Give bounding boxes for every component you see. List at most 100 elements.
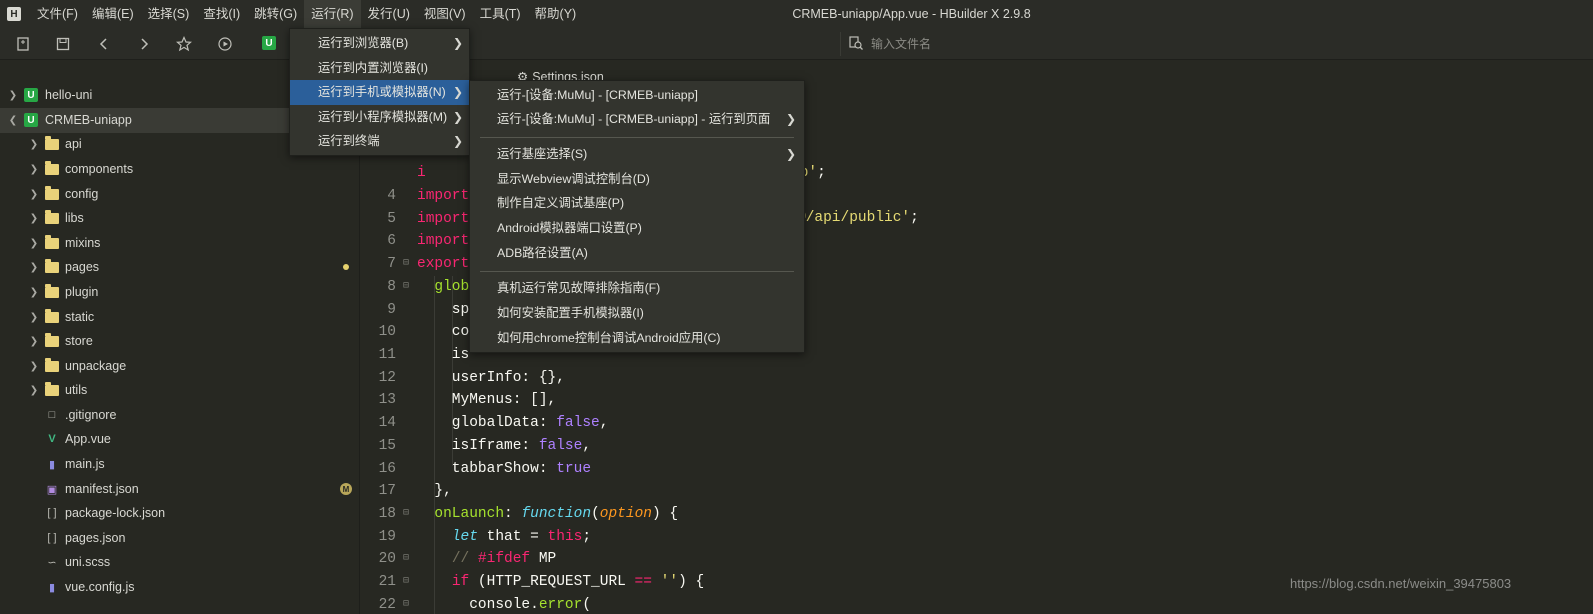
- code-line: 20 ⊟ // #ifdef MP: [378, 550, 557, 567]
- tree-label: main.js: [65, 457, 105, 472]
- menu-view[interactable]: 视图(V): [417, 0, 473, 28]
- code-line: 16 tabbarShow: true: [378, 460, 592, 477]
- menu-find[interactable]: 查找(I): [196, 0, 247, 28]
- code-line: 19 let that = this;: [378, 528, 592, 545]
- save-icon[interactable]: [53, 34, 73, 54]
- chevron-right-icon[interactable]: ❯: [27, 312, 41, 323]
- folder-icon: [45, 234, 59, 249]
- tree-file-manifest[interactable]: ▣ manifest.json M: [0, 477, 360, 502]
- folder-icon: [45, 209, 59, 224]
- chevron-right-icon[interactable]: ❯: [27, 262, 41, 273]
- file-search-box: [840, 32, 1593, 56]
- folder-icon: [45, 135, 59, 150]
- chevron-down-icon[interactable]: ❮: [6, 115, 20, 126]
- tree-folder-store[interactable]: ❯ store: [0, 329, 360, 354]
- star-icon[interactable]: [174, 34, 194, 54]
- run-to-device-item[interactable]: 运行到手机或模拟器(N) ❯: [290, 80, 469, 105]
- tree-label: App.vue: [65, 432, 111, 447]
- tree-file-package-lock[interactable]: [ ] package-lock.json: [0, 501, 360, 526]
- tree-label: static: [65, 310, 95, 325]
- tree-folder-unpackage[interactable]: ❯ unpackage: [0, 354, 360, 379]
- run-to-terminal-item[interactable]: 运行到终端 ❯: [290, 129, 469, 154]
- uniapp-project-icon: U: [24, 88, 38, 103]
- chevron-right-icon[interactable]: ❯: [6, 90, 20, 101]
- chevron-right-icon[interactable]: ❯: [27, 213, 41, 224]
- tree-folder-static[interactable]: ❯ static: [0, 305, 360, 330]
- menu-tools[interactable]: 工具(T): [473, 0, 528, 28]
- tree-file-main-js[interactable]: ▮ main.js: [0, 452, 360, 477]
- troubleshoot-guide-item[interactable]: 真机运行常见故障排除指南(F): [470, 276, 804, 301]
- chevron-right-icon: ❯: [453, 134, 464, 148]
- android-port-item[interactable]: Android模拟器端口设置(P): [470, 216, 804, 241]
- chevron-right-icon: ❯: [453, 36, 464, 50]
- chevron-right-icon[interactable]: ❯: [27, 336, 41, 347]
- code-line: 14 globalData: false,: [378, 414, 609, 431]
- code-line: 13 MyMenus: [],: [378, 391, 557, 408]
- custom-base-item[interactable]: 制作自定义调试基座(P): [470, 191, 804, 216]
- tree-folder-config[interactable]: ❯ config: [0, 182, 360, 207]
- chrome-debug-item[interactable]: 如何用chrome控制台调试Android应用(C): [470, 326, 804, 351]
- run-device-mumu-page-item[interactable]: 运行-[设备:MuMu] - [CRMEB-uniapp] - 运行到页面 ❯: [470, 107, 804, 132]
- tree-file-gitignore[interactable]: □ .gitignore: [0, 403, 360, 428]
- run-to-browser-item[interactable]: 运行到浏览器(B) ❯: [290, 31, 469, 56]
- tree-folder-pages[interactable]: ❯ pages: [0, 255, 360, 280]
- folder-icon: [45, 258, 59, 273]
- tree-folder-libs[interactable]: ❯ libs: [0, 206, 360, 231]
- tree-label: api: [65, 137, 82, 152]
- chevron-right-icon[interactable]: ❯: [27, 361, 41, 372]
- tree-folder-mixins[interactable]: ❯ mixins: [0, 231, 360, 256]
- back-icon[interactable]: [94, 34, 114, 54]
- tree-folder-utils[interactable]: ❯ utils: [0, 378, 360, 403]
- chevron-right-icon[interactable]: ❯: [27, 385, 41, 396]
- chevron-right-icon[interactable]: ❯: [27, 189, 41, 200]
- run-icon[interactable]: [215, 34, 235, 54]
- app-logo: H: [0, 0, 28, 28]
- chevron-right-icon[interactable]: ❯: [27, 164, 41, 175]
- tree-label: pages.json: [65, 531, 126, 546]
- chevron-right-icon[interactable]: ❯: [27, 139, 41, 150]
- file-search-input[interactable]: [871, 37, 1171, 51]
- tree-label: unpackage: [65, 359, 127, 374]
- install-emulator-item[interactable]: 如何安装配置手机模拟器(I): [470, 301, 804, 326]
- tree-file-uni-scss[interactable]: ∽ uni.scss: [0, 550, 360, 575]
- tree-file-pages-json[interactable]: [ ] pages.json: [0, 526, 360, 551]
- menu-run[interactable]: 运行(R): [304, 0, 361, 28]
- device-submenu: 运行-[设备:MuMu] - [CRMEB-uniapp] 运行-[设备:MuM…: [469, 80, 805, 353]
- menu-publish[interactable]: 发行(U): [361, 0, 417, 28]
- chevron-right-icon: ❯: [453, 85, 464, 99]
- adb-path-item[interactable]: ADB路径设置(A): [470, 241, 804, 266]
- tree-label: hello-uni: [45, 88, 93, 103]
- tree-folder-components[interactable]: ❯ components: [0, 157, 360, 182]
- select-base-item[interactable]: 运行基座选择(S) ❯: [470, 142, 804, 167]
- run-to-miniprogram-item[interactable]: 运行到小程序模拟器(M) ❯: [290, 105, 469, 130]
- code-line: 15 isIframe: false,: [378, 437, 592, 454]
- tree-file-app-vue[interactable]: V App.vue: [0, 427, 360, 452]
- run-to-builtin-browser-item[interactable]: 运行到内置浏览器(I): [290, 56, 469, 81]
- tree-label: store: [65, 334, 93, 349]
- code-line: 21 ⊟ if (HTTP_REQUEST_URL == '') {: [378, 573, 705, 590]
- forward-icon[interactable]: [134, 34, 154, 54]
- menu-goto[interactable]: 跳转(G): [247, 0, 304, 28]
- chevron-right-icon[interactable]: ❯: [27, 287, 41, 298]
- tree-file-vue-config[interactable]: ▮ vue.config.js: [0, 575, 360, 600]
- tree-folder-plugin[interactable]: ❯ plugin: [0, 280, 360, 305]
- new-file-icon[interactable]: [13, 34, 33, 54]
- uniapp-project-icon: U: [24, 113, 38, 128]
- run-device-mumu-item[interactable]: 运行-[设备:MuMu] - [CRMEB-uniapp]: [470, 83, 804, 108]
- menu-select[interactable]: 选择(S): [141, 0, 197, 28]
- code-line: 23 "请配置根目录下的config.js文件中的 'HTTP_REQUEST_…: [361, 594, 1593, 614]
- chevron-right-icon[interactable]: ❯: [27, 238, 41, 249]
- tree-label: CRMEB-uniapp: [45, 113, 132, 128]
- modified-badge-icon: M: [340, 483, 352, 495]
- code-line: 17 },: [378, 482, 452, 499]
- menu-edit[interactable]: 编辑(E): [85, 0, 141, 28]
- chevron-right-icon: ❯: [786, 147, 797, 161]
- webview-console-item[interactable]: 显示Webview调试控制台(D): [470, 167, 804, 192]
- menu-help[interactable]: 帮助(Y): [528, 0, 584, 28]
- watermark: https://blog.csdn.net/weixin_39475803: [1290, 576, 1512, 591]
- tree-label: package-lock.json: [65, 506, 166, 521]
- menu-file[interactable]: 文件(F): [30, 0, 85, 28]
- project-icon[interactable]: U: [262, 36, 276, 50]
- tree-label: manifest.json: [65, 482, 139, 497]
- json-file-icon: ▣: [46, 483, 58, 496]
